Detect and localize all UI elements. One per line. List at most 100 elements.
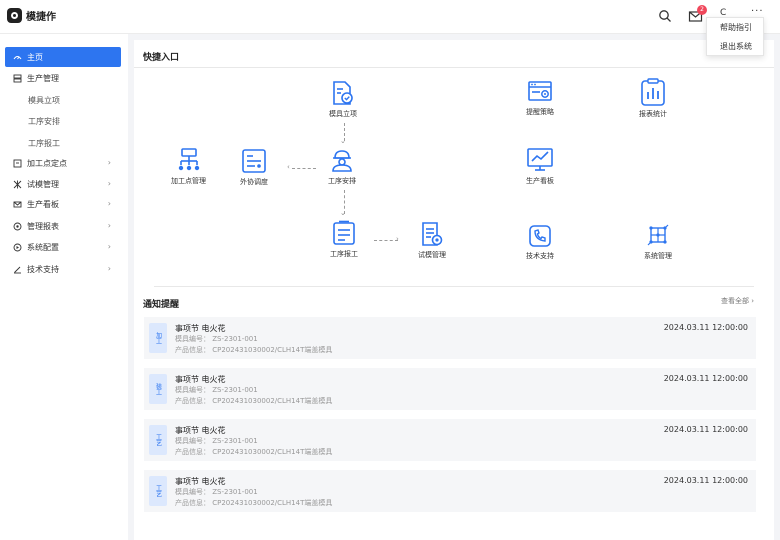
- sidebar-item-processing-point[interactable]: 加工点定点 ›: [5, 153, 121, 173]
- arrow-down-icon: ⌄: [340, 137, 346, 145]
- quick-item-label: 加工点管理: [171, 177, 206, 185]
- quick-production-board[interactable]: 生产看板: [526, 147, 554, 186]
- settings-icon: [13, 243, 22, 251]
- sidebar-subitem-process-report[interactable]: 工序报工: [28, 138, 60, 149]
- notice-title: 事项节 电火花: [175, 477, 226, 486]
- outsource-icon: [242, 149, 266, 173]
- notice-product-info: 产品信息： CP202431030002/CLH14T端盖模具: [175, 346, 333, 354]
- sidebar-item-dashboard[interactable]: 生产看板 ›: [5, 194, 121, 214]
- flow-connector: [292, 168, 316, 169]
- arrow-down-icon: ⌄: [340, 209, 346, 217]
- sidebar-subitem-mold-project[interactable]: 模具立项: [28, 95, 60, 106]
- quick-process-arrange[interactable]: 工序安排: [328, 147, 356, 186]
- help-guide-menu-item[interactable]: 帮助指引: [707, 18, 763, 37]
- notice-time: 2024.03.11 12:00:00: [663, 374, 748, 383]
- divider: [134, 67, 774, 68]
- notices-title: 通知提醒: [143, 300, 180, 310]
- notice-title: 事项节 电火花: [175, 375, 226, 384]
- quick-item-label: 生产看板: [526, 177, 554, 185]
- quick-processing-mgmt[interactable]: 加工点管理: [171, 147, 206, 186]
- quick-item-label: 提醒策略: [526, 108, 554, 116]
- notice-title: 事项节 电火花: [175, 324, 226, 333]
- sidebar-item-label: 技术支持: [27, 264, 59, 274]
- notice-time: 2024.03.11 12:00:00: [663, 476, 748, 485]
- quick-item-label: 报表统计: [639, 110, 667, 118]
- quick-item-label: 工序安排: [328, 177, 356, 185]
- flow-connector: [374, 240, 398, 241]
- notice-product-info: 产品信息： CP202431030002/CLH14T端盖模具: [175, 448, 333, 456]
- quick-process-report[interactable]: 工序报工: [330, 220, 358, 259]
- notice-product-info: 产品信息： CP202431030002/CLH14T端盖模具: [175, 397, 333, 405]
- mold-project-icon: [333, 81, 353, 105]
- notice-mold-number: 模具编号： ZS-2301-001: [175, 335, 258, 343]
- production-icon: [13, 74, 22, 82]
- production-board-icon: [527, 148, 553, 171]
- processing-mgmt-icon: [178, 148, 199, 171]
- sidebar-item-label: 管理报表: [27, 221, 59, 231]
- logout-menu-item[interactable]: 退出系统: [707, 37, 763, 56]
- sidebar-item-report[interactable]: 管理报表 ›: [5, 216, 121, 236]
- app-name: 模捷作: [26, 12, 56, 23]
- chevron-right-icon: ›: [107, 221, 111, 230]
- quick-item-label: 模具立项: [329, 110, 357, 118]
- sidebar-item-trial-mold[interactable]: 试模管理 ›: [5, 174, 121, 194]
- quick-item-label: 外协调度: [240, 178, 268, 186]
- report-stats-icon: [641, 78, 665, 106]
- notice-title: 事项节 电火花: [175, 426, 226, 435]
- quick-system-mgmt[interactable]: 系统管理: [644, 224, 672, 261]
- quick-item-label: 工序报工: [330, 250, 358, 258]
- dashboard-icon: [13, 201, 22, 207]
- notice-mold-number: 模具编号： ZS-2301-001: [175, 386, 258, 394]
- quick-tech-support[interactable]: 技术支持: [526, 224, 554, 261]
- trial-mold-icon: [13, 180, 22, 188]
- home-icon: [13, 55, 22, 59]
- quick-report-stats[interactable]: 报表统计: [639, 78, 667, 119]
- notice-item[interactable]: 加工 事项节 电火花 模具编号： ZS-2301-001 产品信息： CP202…: [144, 317, 756, 359]
- more-menu-button[interactable]: ···: [751, 6, 764, 17]
- quick-reminder-policy[interactable]: 提醒策略: [526, 80, 554, 117]
- quick-outsource[interactable]: 外协调度: [240, 148, 268, 187]
- chevron-right-icon: ›: [107, 242, 111, 251]
- main-content: 快捷入口 模具立项 提醒策略 报表统计 ⌄ 加工点管理 外协调度 ‹ 工序安排 …: [134, 40, 774, 540]
- notice-time: 2024.03.11 12:00:00: [663, 323, 748, 332]
- notice-tag: 装工: [149, 374, 167, 404]
- notice-item[interactable]: 装工 事项节 电火花 模具编号： ZS-2301-001 产品信息： CP202…: [144, 368, 756, 410]
- quick-item-label: 系统管理: [644, 252, 672, 260]
- arrow-right-icon: ›: [396, 235, 399, 243]
- sidebar-item-label: 主页: [27, 52, 43, 62]
- notification-badge: 2: [697, 5, 707, 15]
- notice-item[interactable]: 工艺 事项节 电火花 模具编号： ZS-2301-001 产品信息： CP202…: [144, 470, 756, 512]
- sidebar: 主页 生产管理 模具立项 工序安排 工序报工 加工点定点 › 试模管理 › 生产…: [0, 34, 128, 540]
- tech-support-icon: [529, 225, 551, 247]
- notice-item[interactable]: 工艺 事项节 电火花 模具编号： ZS-2301-001 产品信息： CP202…: [144, 419, 756, 461]
- sidebar-item-label: 试模管理: [27, 179, 59, 189]
- sidebar-subitem-process-arrange[interactable]: 工序安排: [28, 116, 60, 127]
- process-arrange-icon: [332, 150, 352, 172]
- quick-trial-mgmt[interactable]: 试模管理: [418, 221, 446, 260]
- notice-mold-number: 模具编号： ZS-2301-001: [175, 488, 258, 496]
- quick-item-label: 试模管理: [418, 251, 446, 259]
- quick-item-label: 技术支持: [526, 252, 554, 260]
- chevron-right-icon: ›: [107, 199, 111, 208]
- sidebar-item-label: 生产管理: [27, 73, 59, 83]
- sidebar-item-support[interactable]: 技术支持 ›: [5, 259, 121, 279]
- trial-mgmt-icon: [422, 222, 443, 246]
- sidebar-item-home[interactable]: 主页: [5, 47, 121, 67]
- sidebar-item-production[interactable]: 生产管理: [5, 68, 121, 88]
- notice-tag: 工艺: [149, 425, 167, 455]
- notice-product-info: 产品信息： CP202431030002/CLH14T端盖模具: [175, 499, 333, 507]
- chevron-right-icon: ›: [107, 264, 111, 273]
- app-logo[interactable]: 模捷作: [7, 8, 56, 23]
- logo-icon: [7, 8, 22, 23]
- sidebar-item-settings[interactable]: 系统配置 ›: [5, 237, 121, 257]
- sidebar-item-label: 生产看板: [27, 199, 59, 209]
- search-icon[interactable]: [658, 9, 672, 23]
- process-report-icon: [333, 220, 355, 245]
- top-bar: 模捷作 2 C ···: [0, 0, 780, 34]
- user-dropdown-menu: 帮助指引 退出系统: [706, 17, 764, 56]
- sidebar-item-label: 系统配置: [27, 242, 59, 252]
- notice-tag: 加工: [149, 323, 167, 353]
- quick-mold-project[interactable]: 模具立项: [329, 80, 357, 119]
- view-all-link[interactable]: 查看全部 ›: [721, 296, 754, 306]
- sidebar-item-label: 加工点定点: [27, 158, 67, 168]
